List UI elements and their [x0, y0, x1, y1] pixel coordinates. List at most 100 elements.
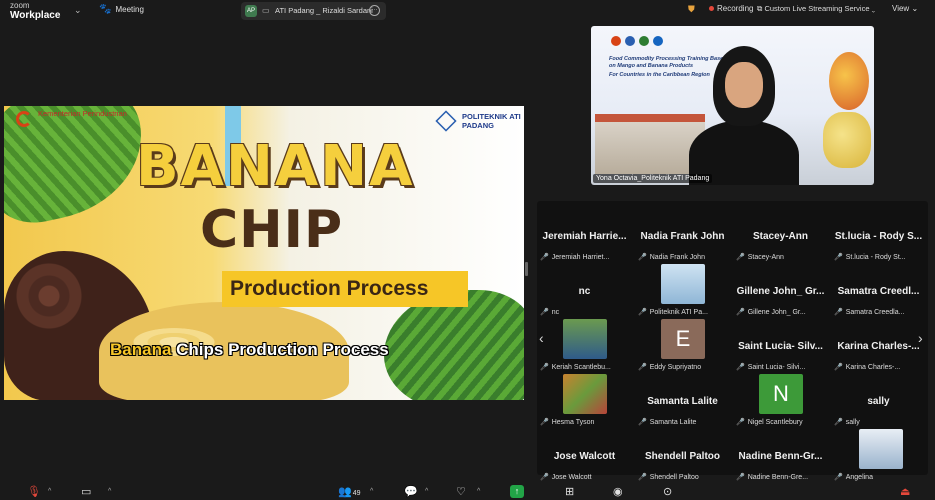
screen-share-indicator[interactable]: AP ▭ ATI Padang _ Rizaldi Sardani ···: [241, 2, 386, 20]
participant-label: 🎤 Eddy Supriyatno: [638, 363, 701, 371]
participants-button[interactable]: 👥49: [338, 485, 361, 498]
slide-title-chip: CHIP: [200, 200, 344, 260]
participant-name: Nadine Benn-Gr...: [738, 451, 823, 462]
participant-label-text: Stacey-Ann: [747, 254, 784, 261]
zoom-workplace-logo[interactable]: zoom Workplace: [10, 1, 60, 21]
more-options-icon[interactable]: ···: [369, 5, 380, 16]
active-speaker-video[interactable]: Food Commodity Processing Training Based…: [591, 26, 874, 185]
participant-tile[interactable]: 🎤 Keriah Scantlebu...: [537, 319, 632, 376]
banana-image: [823, 112, 871, 168]
participants-chevron-icon[interactable]: ^: [370, 488, 373, 495]
participant-label-text: Samanta Lalite: [649, 419, 697, 426]
participant-label: 🎤 Saint Lucia- Silvi...: [736, 363, 805, 371]
audio-options-chevron-icon[interactable]: ^: [48, 488, 51, 495]
participant-tile[interactable]: Nadine Benn-Gr... 🎤 Nadine Benn-Gre...: [733, 431, 828, 486]
mic-muted-icon: 🎤: [834, 474, 843, 481]
mic-muted-icon: 🎤: [834, 419, 843, 426]
mic-muted-icon: 🎤: [834, 364, 843, 371]
participant-tile[interactable]: Gillene John_ Gr... 🎤 Gillene John_ Gr...: [733, 266, 828, 321]
participant-tile[interactable]: Jose Walcott 🎤 Jose Walcott: [537, 431, 632, 486]
mic-muted-icon: 🎤: [736, 419, 745, 426]
participant-name: Shendell Paltoo: [644, 451, 720, 462]
record-icon[interactable]: ◉: [613, 485, 623, 498]
participant-label-text: nc: [551, 309, 560, 316]
participant-label-text: Nadine Benn-Gre...: [747, 474, 809, 481]
slide-subtitle: Production Process: [230, 277, 429, 300]
participant-tile[interactable]: Stacey-Ann 🎤 Stacey-Ann: [733, 211, 828, 266]
participant-tile[interactable]: Shendell Paltoo 🎤 Shendell Paltoo: [635, 431, 730, 486]
mic-muted-icon: 🎤: [638, 364, 647, 371]
participant-name: sally: [867, 396, 890, 407]
apps-icon[interactable]: ⊞: [565, 485, 574, 498]
banner-logo-icon: [625, 36, 635, 46]
gallery-prev-icon[interactable]: ‹: [539, 330, 544, 346]
chevron-down-icon[interactable]: ⌄: [74, 5, 82, 16]
streaming-label: Custom Live Streaming Service: [764, 4, 870, 13]
participant-tile[interactable]: St.lucia - Rody S... 🎤 St.lucia - Rody St…: [831, 211, 926, 266]
participant-photo: [563, 319, 607, 359]
participant-tile[interactable]: nc 🎤 nc: [537, 266, 632, 321]
participant-name: Jeremiah Harrie...: [542, 231, 627, 242]
participant-tile[interactable]: Nadia Frank John 🎤 Nadia Frank John: [635, 211, 730, 266]
leave-meeting-icon[interactable]: ⏏: [900, 485, 910, 498]
participant-label: 🎤 Nadine Benn-Gre...: [736, 473, 808, 481]
monitor-icon: ▭: [262, 6, 270, 15]
participant-tile[interactable]: sally 🎤 sally: [831, 376, 926, 431]
chat-icon[interactable]: 💬: [404, 485, 418, 498]
participant-avatar-letter: N: [759, 374, 803, 414]
mute-mic-icon[interactable]: 🎙: [27, 485, 41, 498]
participant-tile[interactable]: Samanta Lalite 🎤 Samanta Lalite: [635, 376, 730, 431]
gallery-next-icon[interactable]: ›: [918, 330, 923, 346]
participant-name: Samatra Creedl...: [837, 286, 920, 297]
caption-highlight: Banana: [110, 340, 172, 359]
video-options-chevron-icon[interactable]: ^: [108, 488, 111, 495]
mic-muted-icon: 🎤: [736, 364, 745, 371]
panel-resize-handle[interactable]: [525, 262, 528, 276]
participant-tile[interactable]: 🎤 Angelina: [831, 429, 926, 486]
mic-muted-icon: 🎤: [540, 364, 549, 371]
banner-logo-icon: [653, 36, 663, 46]
participant-tile[interactable]: N 🎤 Nigel Scantlebury: [733, 374, 828, 431]
slide-caption: Banana Chips Production Process: [110, 340, 389, 360]
participant-label-text: Jose Walcott: [551, 474, 592, 481]
recording-dot-icon: [709, 6, 714, 11]
participant-tile[interactable]: 🎤 Hesma Tyson: [537, 374, 632, 431]
participants-icon: 👥: [338, 486, 352, 498]
participant-tile[interactable]: Jeremiah Harrie... 🎤 Jeremiah Harriet...: [537, 211, 632, 266]
mic-muted-icon: 🎤: [834, 254, 843, 261]
slide-title-banana: BANANA: [136, 134, 415, 199]
banner-logos: [611, 36, 663, 46]
participant-tile[interactable]: Samatra Creedl... 🎤 Samatra Creedla...: [831, 266, 926, 321]
mic-muted-icon: 🎤: [540, 309, 549, 316]
react-chevron-icon[interactable]: ^: [477, 488, 480, 495]
recording-indicator[interactable]: Recording: [709, 4, 753, 13]
participant-photo: [859, 429, 903, 469]
participant-name: Saint Lucia- Silv...: [738, 341, 823, 352]
security-shield-icon[interactable]: ⛊: [688, 4, 695, 15]
react-heart-icon[interactable]: ♡: [456, 485, 466, 498]
more-icon[interactable]: ⊙: [663, 485, 672, 498]
participant-label: 🎤 Karina Charles-...: [834, 363, 900, 371]
chat-chevron-icon[interactable]: ^: [425, 488, 428, 495]
meeting-tab[interactable]: 🐾 Meeting: [99, 4, 144, 15]
participant-name: Gillene John_ Gr...: [736, 286, 825, 297]
participant-label: 🎤 Keriah Scantlebu...: [540, 363, 611, 371]
meeting-label: Meeting: [115, 5, 144, 14]
participant-label: 🎤 St.lucia - Rody St...: [834, 253, 906, 261]
participant-tile[interactable]: E 🎤 Eddy Supriyatno: [635, 319, 730, 376]
live-streaming-menu[interactable]: ⧉ Custom Live Streaming Service ⌄: [757, 4, 875, 14]
participant-label-text: Nigel Scantlebury: [747, 419, 803, 426]
share-screen-button[interactable]: ↑: [510, 485, 524, 498]
participant-name: Karina Charles-...: [837, 341, 920, 352]
video-camera-icon[interactable]: ▭: [81, 485, 91, 498]
share-arrow-icon: ↑: [514, 486, 520, 496]
participant-tile[interactable]: Karina Charles-... 🎤 Karina Charles-...: [831, 321, 926, 376]
participant-tile[interactable]: 🎤 Politeknik ATI Pa...: [635, 264, 730, 321]
view-menu[interactable]: View ⌄: [892, 4, 918, 13]
participant-name: nc: [578, 286, 591, 297]
kementerian-logo-text: Kementerian Perindustrian: [38, 109, 127, 118]
participant-label: 🎤 Nigel Scantlebury: [736, 418, 803, 426]
participant-label: 🎤 Samatra Creedla...: [834, 308, 904, 316]
participant-tile[interactable]: Saint Lucia- Silv... 🎤 Saint Lucia- Silvi…: [733, 321, 828, 376]
participant-label: 🎤 Shendell Paltoo: [638, 473, 699, 481]
